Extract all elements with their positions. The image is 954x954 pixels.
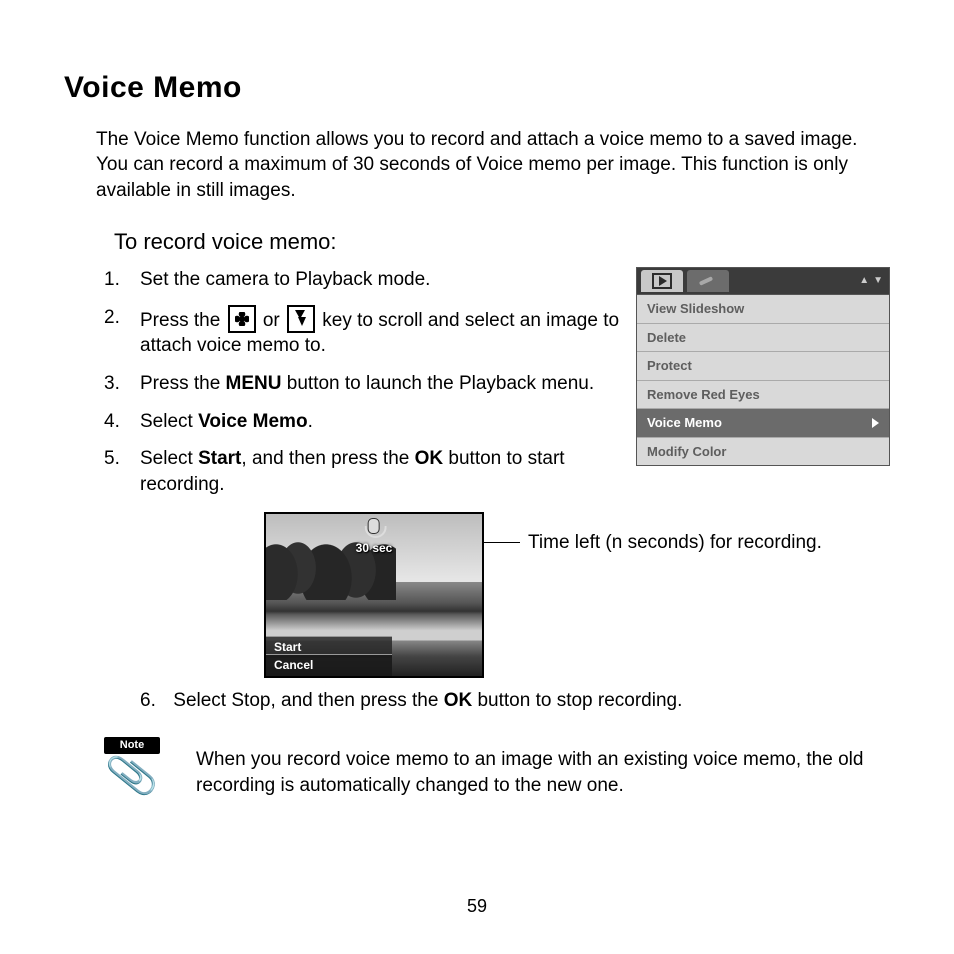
step-5-start: Start: [198, 448, 241, 469]
page-number: 59: [0, 894, 954, 918]
menu-item-delete: Delete: [637, 323, 889, 352]
page-title: Voice Memo: [64, 68, 890, 109]
preview-option-cancel: Cancel: [266, 654, 392, 675]
step-2-text-b: or: [258, 310, 285, 331]
step-2-text-a: Press the: [140, 310, 226, 331]
setup-tab-icon: [687, 270, 729, 292]
menu-item-modify-color: Modify Color: [637, 437, 889, 466]
step-6-text-a: Select Stop, and then press the: [173, 690, 443, 711]
note-text: When you record voice memo to an image w…: [196, 737, 890, 798]
time-left-label: 30 sec: [356, 541, 393, 555]
step-5: Select Start, and then press the OK butt…: [104, 440, 626, 503]
step-5-text-c: , and then press the: [241, 448, 414, 469]
step-1: Set the camera to Playback mode.: [104, 261, 626, 299]
playback-menu-mock: ▲▼ View Slideshow Delete Protect Remove …: [636, 267, 890, 466]
submenu-arrow-icon: [872, 418, 879, 428]
step-3-text-c: button to launch the Playback menu.: [282, 373, 595, 394]
step-6: 6. Select Stop, and then press the OK bu…: [140, 688, 890, 714]
menu-item-voice-memo-selected: Voice Memo: [637, 408, 889, 437]
scroll-indicator-icon: ▲▼: [859, 274, 883, 288]
step-3-text-a: Press the: [140, 373, 226, 394]
step-4-item: Voice Memo: [198, 411, 307, 432]
recording-preview-image: 30 sec Start Cancel: [264, 512, 484, 678]
note-badge: Note 📎: [104, 737, 160, 796]
menu-item-view-slideshow: View Slideshow: [637, 295, 889, 323]
step-4-text-c: .: [308, 411, 313, 432]
menu-tab-bar: ▲▼: [637, 268, 889, 295]
time-left-callout: Time left (n seconds) for recording.: [528, 530, 822, 556]
step-6-ok: OK: [444, 690, 473, 711]
step-4: Select Voice Memo.: [104, 403, 626, 441]
menu-item-protect: Protect: [637, 351, 889, 380]
intro-paragraph: The Voice Memo function allows you to re…: [96, 127, 890, 204]
mic-time-overlay: 30 sec: [356, 518, 393, 556]
step-3: Press the MENU button to launch the Play…: [104, 365, 626, 403]
step-4-text-a: Select: [140, 411, 198, 432]
callout-leader-line: [484, 542, 520, 543]
microphone-icon: [368, 518, 380, 534]
macro-key-icon: [228, 305, 256, 333]
playback-tab-icon: [641, 270, 683, 292]
paperclip-icon: 📎: [104, 752, 160, 800]
flash-key-icon: [287, 305, 315, 333]
step-5-text-a: Select: [140, 448, 198, 469]
step-2: Press the or key to scroll and select an…: [104, 299, 626, 365]
menu-item-remove-red-eyes: Remove Red Eyes: [637, 380, 889, 409]
step-6-text-c: button to stop recording.: [472, 690, 682, 711]
step-3-menu: MENU: [226, 373, 282, 394]
procedure-heading: To record voice memo:: [114, 227, 890, 257]
step-5-ok: OK: [415, 448, 444, 469]
